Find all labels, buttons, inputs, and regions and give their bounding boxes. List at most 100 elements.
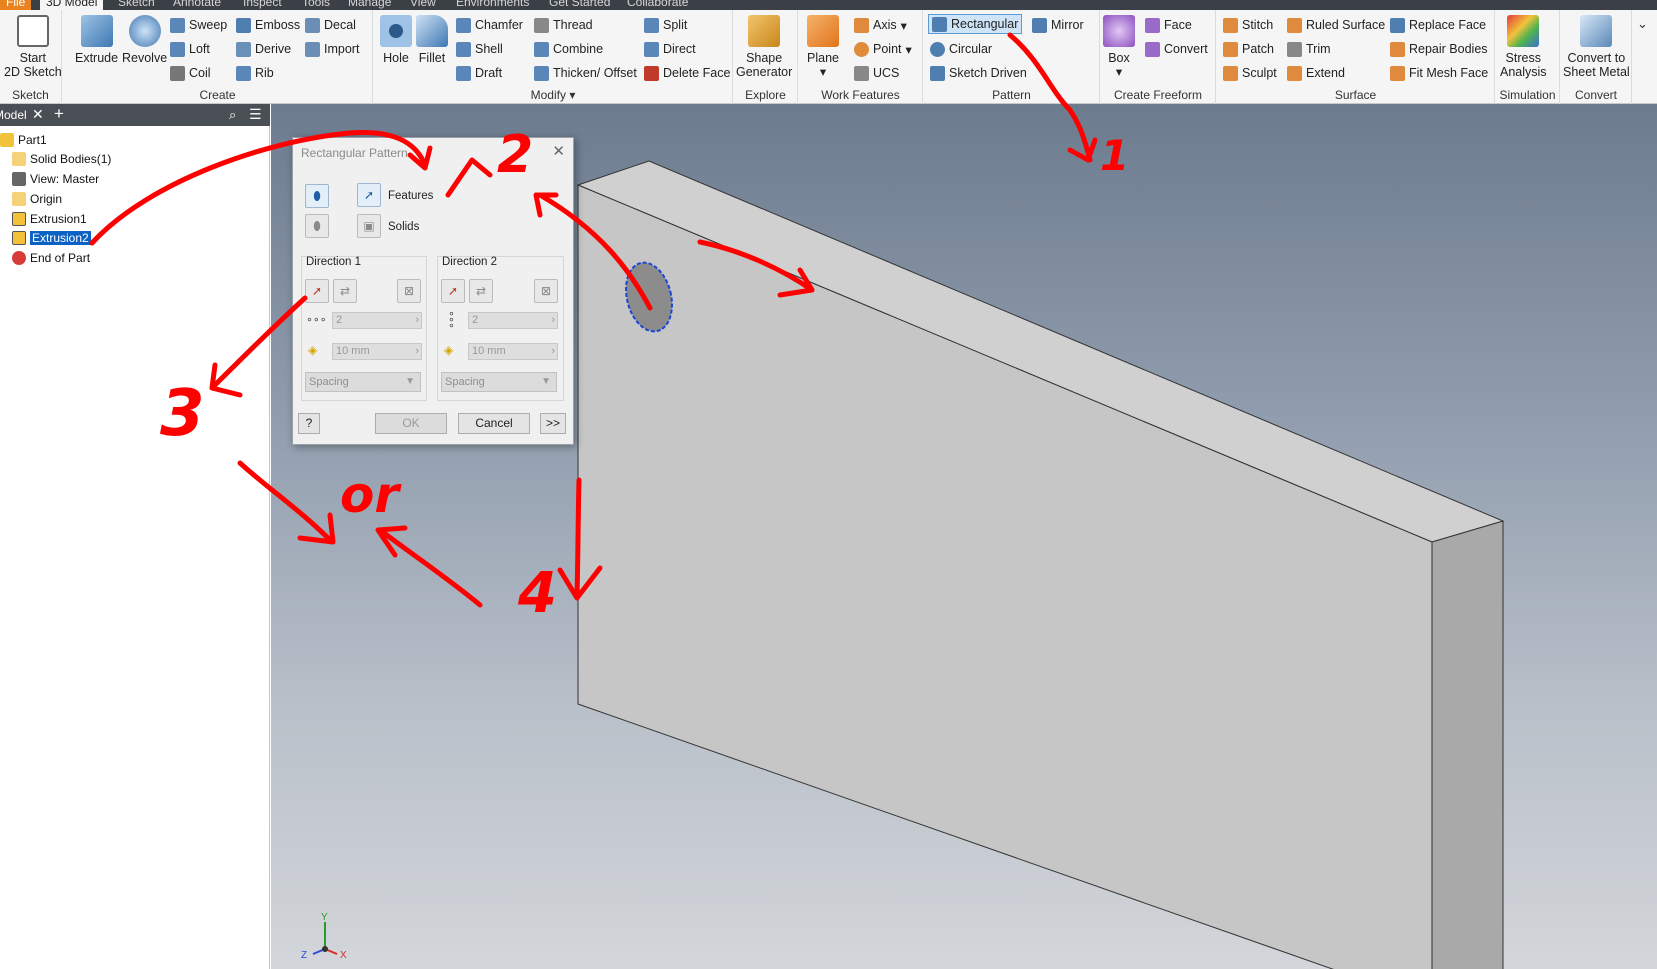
patch-button[interactable]: Patch: [1223, 39, 1274, 59]
direction2-select-button[interactable]: ➚: [441, 279, 465, 303]
circular-pattern-button[interactable]: Circular: [930, 39, 992, 59]
plane-button[interactable]: Plane ▾: [807, 15, 839, 79]
cancel-button[interactable]: Cancel: [458, 413, 530, 434]
emboss-button[interactable]: Emboss: [236, 15, 300, 35]
pattern-features-toggle-button[interactable]: ⬮: [305, 184, 329, 208]
combine-button[interactable]: Combine: [534, 39, 603, 59]
decal-button[interactable]: Decal: [305, 15, 356, 35]
derive-button[interactable]: Derive: [236, 39, 291, 59]
thicken-offset-button[interactable]: Thicken/ Offset: [534, 63, 637, 83]
menu-tab-file[interactable]: File: [0, 0, 32, 10]
menu-tab-environments[interactable]: Environments: [456, 0, 529, 10]
split-button[interactable]: Split: [644, 15, 687, 35]
revolve-button[interactable]: Revolve: [122, 15, 167, 65]
direction2-spacing-input[interactable]: 10 mm ›: [468, 343, 558, 360]
trim-button[interactable]: Trim: [1287, 39, 1331, 59]
tree-node-extrusion2[interactable]: Extrusion2: [12, 229, 91, 246]
sweep-button[interactable]: Sweep: [170, 15, 227, 35]
tree-node-end-of-part[interactable]: End of Part: [12, 249, 90, 266]
plate-front-face[interactable]: [577, 184, 1433, 969]
shell-button[interactable]: Shell: [456, 39, 503, 59]
add-tab-icon[interactable]: +: [54, 104, 64, 124]
close-icon[interactable]: ✕: [32, 106, 44, 123]
help-button[interactable]: ?: [298, 413, 320, 434]
thread-icon: [534, 17, 549, 33]
fit-mesh-face-button[interactable]: Fit Mesh Face: [1390, 63, 1488, 83]
rectangular-pattern-button[interactable]: Rectangular: [928, 14, 1023, 34]
menu-tab-get-started[interactable]: Get Started: [549, 0, 610, 10]
more-options-button[interactable]: >>: [540, 413, 566, 434]
stress-analysis-button[interactable]: Stress Analysis: [1500, 15, 1547, 79]
hole-button[interactable]: Hole: [380, 15, 412, 65]
chevron-right-icon: ›: [551, 314, 555, 326]
replace-face-button[interactable]: Replace Face: [1390, 15, 1486, 35]
menu-tab-view[interactable]: View: [410, 0, 436, 10]
box-button[interactable]: Box ▾: [1103, 15, 1135, 79]
hole-icon: [380, 15, 412, 47]
menu-tab-tools[interactable]: Tools: [302, 0, 330, 10]
import-button[interactable]: Import: [305, 39, 359, 59]
extend-button[interactable]: Extend: [1287, 63, 1345, 83]
tree-node-view-master[interactable]: View: Master: [12, 170, 99, 187]
ribbon: Start 2D Sketch Sketch Extrude Revolve S…: [0, 10, 1657, 104]
sculpt-button[interactable]: Sculpt: [1223, 63, 1277, 83]
mirror-button[interactable]: Mirror: [1032, 15, 1084, 35]
ok-button[interactable]: OK: [375, 413, 447, 434]
extrude-button[interactable]: Extrude: [75, 15, 118, 65]
direction1-midplane-button[interactable]: ⊠: [397, 279, 421, 303]
direction1-spacing-input[interactable]: 10 mm ›: [332, 343, 422, 360]
sketch-driven-pattern-button[interactable]: Sketch Driven: [930, 63, 1027, 83]
group-title-modify[interactable]: Modify ▾: [374, 88, 732, 102]
features-select-button[interactable]: ➚: [357, 183, 381, 207]
direction1-count-input[interactable]: 2 ›: [332, 312, 422, 329]
stitch-icon: [1223, 17, 1238, 33]
delete-face-button[interactable]: Delete Face: [644, 63, 730, 83]
direction2-count-input[interactable]: 2 ›: [468, 312, 558, 329]
fillet-button[interactable]: Fillet: [416, 15, 448, 65]
search-icon[interactable]: ⌕: [229, 107, 236, 123]
direct-button[interactable]: Direct: [644, 39, 696, 59]
menu-tab-sketch[interactable]: Sketch: [118, 0, 155, 10]
rib-button[interactable]: Rib: [236, 63, 274, 83]
solids-select-button[interactable]: ▣: [357, 214, 381, 238]
browser-tab-model[interactable]: Model: [0, 108, 27, 122]
loft-button[interactable]: Loft: [170, 39, 210, 59]
tree-node-part1[interactable]: Part1: [0, 131, 47, 148]
menu-tab-annotate[interactable]: Annotate: [173, 0, 221, 10]
start-2d-sketch-button[interactable]: Start 2D Sketch: [4, 15, 62, 79]
menu-tab-manage[interactable]: Manage: [348, 0, 391, 10]
close-icon[interactable]: ✕: [552, 142, 565, 160]
replace-face-label: Replace Face: [1409, 18, 1487, 32]
menu-tab-collaborate[interactable]: Collaborate: [627, 0, 688, 10]
tree-node-extrusion1[interactable]: Extrusion1: [12, 210, 87, 227]
convert-sheet-metal-button[interactable]: Convert to Sheet Metal: [1563, 15, 1630, 79]
direction2-midplane-button[interactable]: ⊠: [534, 279, 558, 303]
tree-node-solid-bodies[interactable]: Solid Bodies(1): [12, 150, 111, 167]
menu-icon[interactable]: ☰: [249, 106, 262, 123]
point-button[interactable]: Point ▾: [854, 39, 912, 59]
ruled-surface-button[interactable]: Ruled Surface: [1287, 15, 1385, 35]
import-label: Import: [324, 42, 360, 56]
direction1-flip-button[interactable]: ⇄: [333, 279, 357, 303]
direction1-method-select[interactable]: Spacing ▼: [305, 372, 421, 392]
ucs-button[interactable]: UCS: [854, 63, 899, 83]
stitch-button[interactable]: Stitch: [1223, 15, 1273, 35]
repair-bodies-button[interactable]: Repair Bodies: [1390, 39, 1488, 59]
plate-side-face[interactable]: [1431, 520, 1504, 969]
face-button[interactable]: Face: [1145, 15, 1192, 35]
axis-button[interactable]: Axis ▾: [854, 15, 907, 35]
direction1-select-button[interactable]: ➚: [305, 279, 329, 303]
direction2-method-select[interactable]: Spacing ▼: [441, 372, 557, 392]
menu-tab-3d-model[interactable]: 3D Model: [40, 0, 104, 10]
convert-freeform-button[interactable]: Convert: [1145, 39, 1208, 59]
direction2-flip-button[interactable]: ⇄: [469, 279, 493, 303]
ribbon-options-icon[interactable]: ⌄: [1637, 16, 1648, 32]
thread-button[interactable]: Thread: [534, 15, 593, 35]
chamfer-button[interactable]: Chamfer: [456, 15, 523, 35]
draft-button[interactable]: Draft: [456, 63, 502, 83]
menu-tab-inspect[interactable]: Inspect: [243, 0, 282, 10]
pattern-bodies-toggle-button[interactable]: ⬮: [305, 214, 329, 238]
tree-node-origin[interactable]: Origin: [12, 190, 62, 207]
shape-generator-button[interactable]: Shape Generator: [736, 15, 792, 79]
coil-button[interactable]: Coil: [170, 63, 211, 83]
